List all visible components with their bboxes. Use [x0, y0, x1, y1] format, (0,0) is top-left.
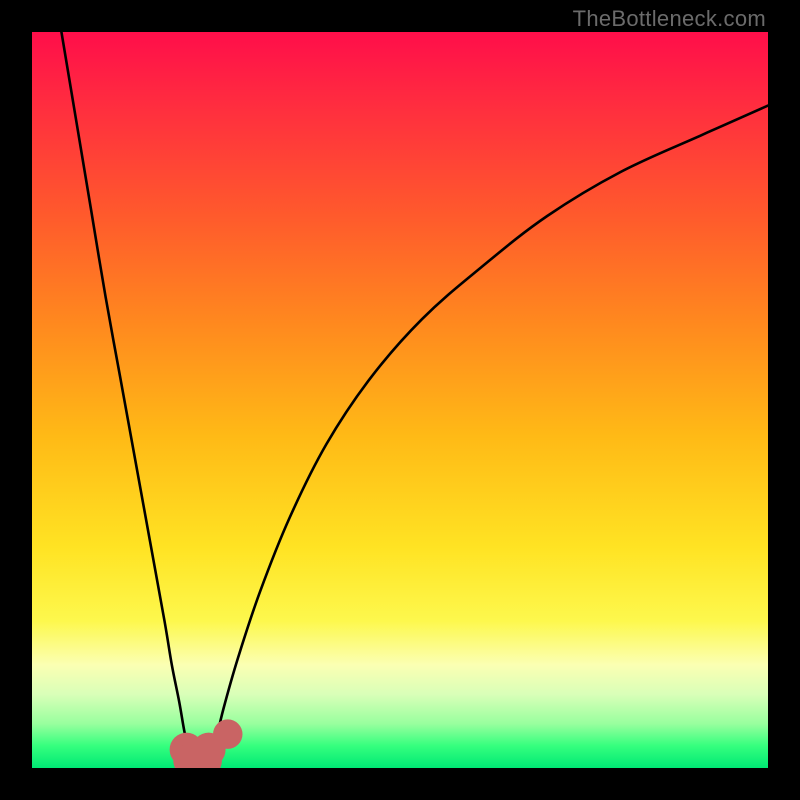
- data-marker: [213, 719, 242, 748]
- curve-right-branch: [209, 106, 768, 763]
- watermark-text: TheBottleneck.com: [573, 6, 766, 32]
- marker-group: [170, 719, 243, 768]
- curves-layer: [32, 32, 768, 768]
- curve-left-branch: [61, 32, 193, 762]
- plot-area: [32, 32, 768, 768]
- outer-frame: TheBottleneck.com: [0, 0, 800, 800]
